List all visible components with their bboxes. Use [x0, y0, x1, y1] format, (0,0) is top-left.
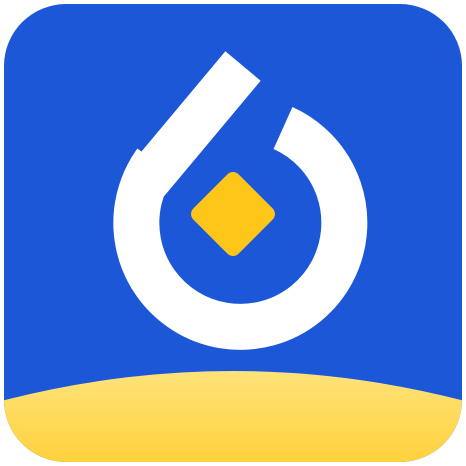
app-icon-canvas — [0, 0, 466, 466]
app-icon-body — [4, 4, 462, 462]
app-icon[interactable] — [0, 0, 466, 466]
